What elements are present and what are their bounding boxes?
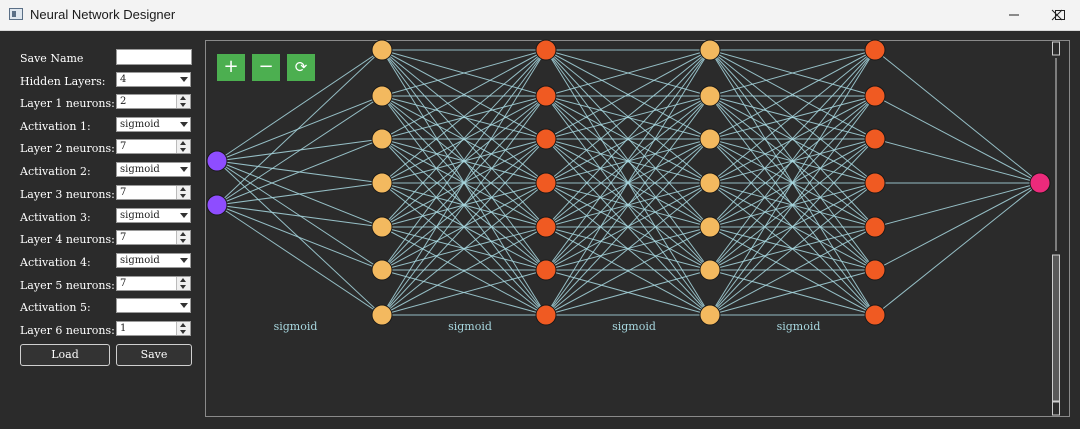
chevron-up-icon <box>180 96 186 100</box>
spin-buttons[interactable] <box>176 322 190 335</box>
spin-buttons[interactable] <box>176 277 190 290</box>
chevron-down-icon <box>180 213 188 218</box>
network-canvas[interactable] <box>205 40 1070 417</box>
row-label-2: Activation 1: <box>20 120 91 133</box>
activation-select-4[interactable]: sigmoid <box>116 162 191 177</box>
row-label-6: Activation 3: <box>20 211 91 224</box>
row-label-8: Activation 4: <box>20 256 91 269</box>
row-label-11: Layer 6 neurons: <box>20 324 115 337</box>
row-label-3: Layer 2 neurons: <box>20 142 115 155</box>
control-value: sigmoid <box>120 210 160 221</box>
activation-select-8[interactable]: sigmoid <box>116 253 191 268</box>
row-label-10: Activation 5: <box>20 301 91 314</box>
title-bar: Neural Network Designer <box>0 0 1080 31</box>
chevron-down-icon <box>180 148 186 152</box>
layer-neurons-spinbox-9[interactable]: 7 <box>116 276 191 291</box>
chevron-down-icon <box>180 77 188 82</box>
chevron-down-icon <box>180 258 188 263</box>
layer-neurons-spinbox-7[interactable]: 7 <box>116 230 191 245</box>
window-title: Neural Network Designer <box>30 7 176 22</box>
app-icon <box>9 8 23 20</box>
row-label-7: Layer 4 neurons: <box>20 233 115 246</box>
vertical-scrollbar[interactable] <box>1050 41 1063 416</box>
zoom-out-button[interactable]: − <box>252 54 280 81</box>
control-value: 7 <box>120 187 127 198</box>
layer-neurons-spinbox-11[interactable]: 1 <box>116 321 191 336</box>
save-button[interactable]: Save <box>116 344 192 366</box>
row-label-4: Activation 2: <box>20 165 91 178</box>
chevron-down-icon <box>180 239 186 243</box>
save-name-label: Save Name <box>20 52 84 65</box>
hidden-layers-select[interactable]: 4 <box>116 72 191 87</box>
save-name-input[interactable] <box>116 49 192 65</box>
hidden-layers-label: Hidden Layers: <box>20 75 106 88</box>
layer-neurons-spinbox-5[interactable]: 7 <box>116 185 191 200</box>
maximize-button-area <box>991 0 1037 30</box>
chevron-down-icon <box>180 122 188 127</box>
control-value: sigmoid <box>120 164 160 175</box>
chevron-down-icon <box>180 330 186 334</box>
control-value: sigmoid <box>120 255 160 266</box>
close-icon <box>1051 9 1063 21</box>
hidden-layers-value: 4 <box>120 74 127 85</box>
spin-buttons[interactable] <box>176 186 190 199</box>
close-button[interactable] <box>1034 0 1080 30</box>
chevron-up-icon <box>180 232 186 236</box>
control-value: 7 <box>120 278 127 289</box>
chevron-down-icon <box>180 167 188 172</box>
chevron-down-icon <box>180 194 186 198</box>
zoom-in-button[interactable]: + <box>217 54 245 81</box>
chevron-up-icon <box>180 141 186 145</box>
activation-select-6[interactable]: sigmoid <box>116 208 191 223</box>
chevron-down-icon <box>180 303 188 308</box>
chevron-up-icon <box>180 323 186 327</box>
chevron-down-icon <box>180 285 186 289</box>
control-value: 2 <box>120 96 127 107</box>
control-value: sigmoid <box>120 119 160 130</box>
spin-buttons[interactable] <box>176 231 190 244</box>
row-label-9: Layer 5 neurons: <box>20 279 115 292</box>
control-value: 7 <box>120 232 127 243</box>
spin-buttons[interactable] <box>176 95 190 108</box>
layer-neurons-spinbox-3[interactable]: 7 <box>116 139 191 154</box>
activation-select-2[interactable]: sigmoid <box>116 117 191 132</box>
row-label-1: Layer 1 neurons: <box>20 97 115 110</box>
layer-neurons-spinbox-1[interactable]: 2 <box>116 94 191 109</box>
control-value: 7 <box>120 141 127 152</box>
spin-buttons[interactable] <box>176 140 190 153</box>
reset-view-button[interactable]: ⟳ <box>287 54 315 81</box>
control-value: 1 <box>120 323 127 334</box>
row-label-5: Layer 3 neurons: <box>20 188 115 201</box>
activation-select-10[interactable] <box>116 298 191 313</box>
chevron-down-icon <box>180 103 186 107</box>
load-button[interactable]: Load <box>20 344 110 366</box>
chevron-up-icon <box>180 278 186 282</box>
chevron-up-icon <box>180 187 186 191</box>
